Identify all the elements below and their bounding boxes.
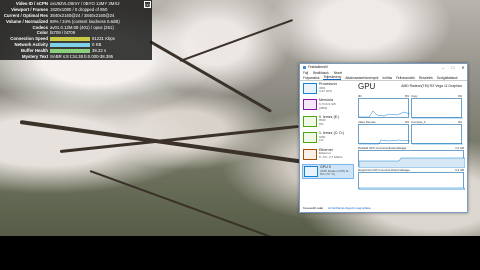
network-activity-bar (50, 43, 90, 48)
minimize-button[interactable]: – (439, 65, 447, 70)
close-button[interactable]: ✕ (459, 65, 467, 70)
stats-value: SABR s:8 t:34.38 b:0.000-38.395 (50, 54, 114, 60)
video-letterbox (0, 236, 480, 270)
dedicated-memory-graph-block: Dedikált GPU-memória kihasználtsága 2,0 G… (358, 146, 465, 168)
tab-details[interactable]: Részletek (419, 76, 433, 80)
tree-branch (149, 40, 272, 113)
window-title: Feladatkezelő (308, 65, 328, 69)
resource-memory[interactable]: Memória 6,7/13,9 GB (48%) (302, 98, 354, 113)
resource-list: Processzor 49% 3,27 GHz Memória 6,7/13,9 GB… (302, 82, 354, 203)
fewer-details-button[interactable]: Kevesebb adat (303, 206, 323, 210)
resource-detail: 0% (319, 121, 324, 126)
resource-detail: 1% (319, 138, 324, 143)
graph-3d[interactable] (358, 98, 410, 118)
graph-dedicated-memory-plot (359, 157, 465, 168)
stats-bar-value: 0 KB (92, 42, 102, 48)
shared-memory-graph-block: Megosztott GPU-memória kihasználtsága 6,9… (358, 168, 465, 190)
connection-speed-bar (50, 37, 90, 42)
tab-app-history[interactable]: Alkalmazáselőzmények (345, 76, 378, 80)
tree-branch (59, 124, 299, 153)
tab-services[interactable]: Szolgáltatások (437, 76, 458, 80)
menu-view[interactable]: Nézet (334, 71, 342, 75)
graph-shared-memory-plot (359, 187, 465, 190)
tree-branch (179, 19, 294, 62)
tab-performance[interactable]: Teljesítmény (323, 75, 342, 80)
resource-ethernet[interactable]: Ethernet Ethernet K: 0 F: 2,7 Mbit/s (302, 148, 354, 163)
resource-gpu[interactable]: GPU 0 AMD Radeon(TM) R... 8% (76 °C) (302, 163, 354, 179)
tab-processes[interactable]: Folyamatok (303, 76, 319, 80)
cpu-thumbnail (303, 83, 317, 94)
gpu-model-name: AMD Radeon(TM) RX Vega 11 Graphics (401, 84, 462, 88)
gpu-thumbnail (304, 165, 318, 177)
open-resource-monitor-link[interactable]: Az Erőforrás-figyelő megnyitása (328, 206, 371, 210)
tab-startup[interactable]: Indítás (383, 76, 393, 80)
resource-detail: 3,27 GHz (319, 89, 333, 94)
graph-copy-plot (412, 117, 463, 119)
maximize-button[interactable]: □ (449, 65, 457, 70)
resource-detail: 8% (76 °C) (320, 172, 336, 177)
resource-cpu[interactable]: Processzor 49% 3,27 GHz (302, 82, 354, 97)
task-manager-icon (303, 65, 306, 69)
disk-thumbnail (303, 115, 317, 127)
graph-dedicated-memory[interactable] (358, 150, 465, 168)
menu-file[interactable]: Fájl (303, 71, 308, 75)
footer: Kevesebb adat Az Erőforrás-figyelő megny… (303, 206, 371, 210)
resource-detail: (48%) (319, 105, 328, 110)
stats-bar-value: 81231 Kbps (92, 36, 115, 42)
graph-compute[interactable] (411, 124, 463, 145)
engine-graphs-row: Video Decode 9% Compute_0 0% (358, 120, 464, 145)
disk-thumbnail (303, 132, 317, 144)
gpu-detail-pane: GPU AMD Radeon(TM) RX Vega 11 Graphics 3… (358, 82, 465, 202)
stats-row: Mystery Text SABR s:8 t:34.38 b:0.000-38.… (0, 54, 152, 60)
engine-graphs-row: 3D 8% Copy 0% (358, 94, 464, 119)
tree-branch (89, 170, 279, 241)
performance-body: Processzor 49% 3,27 GHz Memória 6,7/13,9 GB… (300, 81, 467, 204)
stats-for-nerds-panel: [x] Video ID / sCPN oxU92VLO8mY / 0BYO 13… (0, 0, 152, 60)
graph-3d-plot (359, 110, 410, 118)
menu-settings[interactable]: Beállítások (313, 71, 329, 75)
graph-video-decode[interactable] (358, 124, 410, 145)
tab-users[interactable]: Felhasználók (396, 76, 415, 80)
stats-close-button[interactable]: [x] (144, 1, 151, 8)
resource-detail: K: 0 F: 2,7 Mbit/s (319, 154, 343, 159)
graph-video-decode-plot (359, 139, 410, 145)
resource-disk-1[interactable]: 1. lemez (C: D:) SSD 1% (302, 131, 354, 146)
graph-shared-memory[interactable] (358, 172, 465, 190)
memory-thumbnail (303, 99, 317, 111)
ethernet-thumbnail (303, 148, 317, 160)
graph-copy[interactable] (411, 98, 463, 119)
stats-label: Mystery Text (22, 54, 48, 60)
buffer-health-bar (50, 48, 90, 53)
stats-bar-value: 38.22 s (92, 48, 107, 54)
task-manager-window: Feladatkezelő – □ ✕ Fájl Beállítások Néz… (299, 63, 468, 213)
resource-disk-0[interactable]: 0. lemez (E:) HDD 0% (302, 115, 354, 130)
graph-compute-plot (412, 143, 463, 145)
